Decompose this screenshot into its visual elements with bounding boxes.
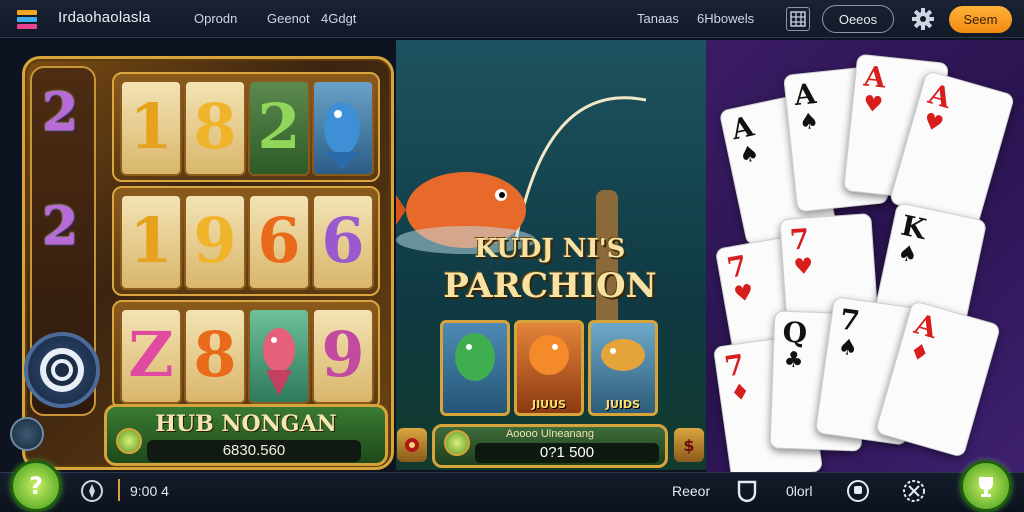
reel-cell: 8 [184,308,246,404]
fish-thumbnail-1[interactable] [440,320,510,416]
outline-button[interactable]: Oeeos [822,5,894,33]
help-button[interactable]: ? [10,460,62,512]
fishing-title-line2: PARCHION [443,266,657,306]
card-suit-icon: ♠ [737,140,762,170]
side-number-middle: 2 [42,196,79,257]
fishing-title-line1: KUDJ NI'S [474,234,626,264]
nav-link-1[interactable]: Oprodn [194,11,237,26]
reel-cell: 9 [312,308,374,404]
card-suit-icon: ♦ [906,338,933,369]
count-label: 0lorl [786,483,813,499]
coin-icon [116,428,142,454]
card-suit-icon: ♠ [895,240,920,269]
reset-link[interactable]: Reeor [672,483,710,499]
card-suit-icon: ♥ [792,254,815,281]
card-rank: Q [782,315,808,350]
bet-label: Aoooo Ulneanang [505,428,595,440]
bet-value: 0?1 500 [475,443,659,463]
gold-fish-icon [601,339,645,371]
shield-icon[interactable] [735,479,759,503]
fish-thumbnail-3[interactable]: JUIDS [588,320,658,416]
card-suit-icon: ♠ [797,108,821,136]
reel-cell: 1 [120,80,182,176]
stack-logo-icon[interactable] [14,7,40,33]
settings-wheel-icon[interactable] [902,479,926,503]
chat-button[interactable] [960,460,1012,512]
bet-right-button[interactable]: $ [674,428,704,462]
card-suit-icon: ♥ [731,280,756,309]
lock-icon [40,348,84,392]
hub-balance-bar: HUB NONGAN 6830.560 [104,404,388,466]
reel-row-1: 1 8 2 [112,72,380,182]
game-lobby: Irdaohaolasla Oprodn Geenot 4Gdgt Tanaas… [0,0,1024,512]
nav-link-3[interactable]: 4Gdgt [321,11,356,26]
nav-link-4[interactable]: Tanaas [637,11,679,26]
reel-row-2: 1 9 6 6 [112,186,380,296]
trophy-cup-icon [979,477,993,497]
fish-thumbnail-2[interactable]: JIUUS [514,320,584,416]
nav-link-2[interactable]: Geenot [267,11,310,26]
card-rank: 7 [788,222,811,257]
jackpot-badge-icon[interactable] [24,332,100,408]
bet-left-button[interactable] [397,428,427,462]
grid-icon [790,11,806,27]
green-fish-icon [455,333,495,381]
reel-cell: 6 [248,194,310,290]
fish-thumbnail-label: JIUUS [532,398,566,411]
card-rank: 7 [724,249,750,285]
hub-title: HUB NONGAN [155,411,337,437]
orange-fish-icon [529,335,569,375]
fish-symbol-icon [248,308,310,404]
nav-link-5[interactable]: 6Hbowels [697,11,754,26]
grid-menu-button[interactable] [786,7,810,31]
gear-icon[interactable] [910,6,936,32]
reel-cell: 8 [184,80,246,176]
card-suit-icon: ♦ [728,379,752,407]
hub-balance-value: 6830.560 [147,440,361,462]
side-number-top: 2 [42,82,79,143]
divider [118,479,120,501]
compass-icon[interactable] [80,479,104,503]
chip-icon [405,438,419,452]
card-suit-icon: ♥ [920,108,947,139]
card-suit-icon: ♠ [836,334,860,362]
trophy-icon[interactable] [846,479,870,503]
time-display: 9:00 4 [130,483,169,499]
card-rank: A [862,59,888,95]
reel-cell: 6 [312,194,374,290]
card-rank: 7 [722,348,747,384]
reel-cell: Z [120,308,182,404]
top-bar: Irdaohaolasla Oprodn Geenot 4Gdgt Tanaas… [0,0,1024,38]
card-rank: 7 [837,302,862,338]
fish-thumbnail-label: JUIDS [605,398,641,411]
reel-cell: 2 [248,80,310,176]
primary-button[interactable]: Seem [949,6,1012,33]
app-title: Irdaohaolasla [58,9,151,26]
reel-cell: 1 [120,194,182,290]
card-rank: A [792,76,818,113]
card-suit-icon: ♣ [783,347,804,374]
coin-icon [444,430,470,456]
card-game-panel: A ♠ A ♠ A ♥ A ♥ 7 ♥ 7 ♥ K ♠ 7 ♦ Q ♣ 7 ♠ A ♦ [706,40,1024,472]
reel-row-3: Z 8 9 [112,300,380,410]
speaker-icon[interactable] [10,417,44,451]
fish-symbol-icon [312,80,374,176]
reel-cell: 9 [184,194,246,290]
card-suit-icon: ♥ [861,91,885,119]
